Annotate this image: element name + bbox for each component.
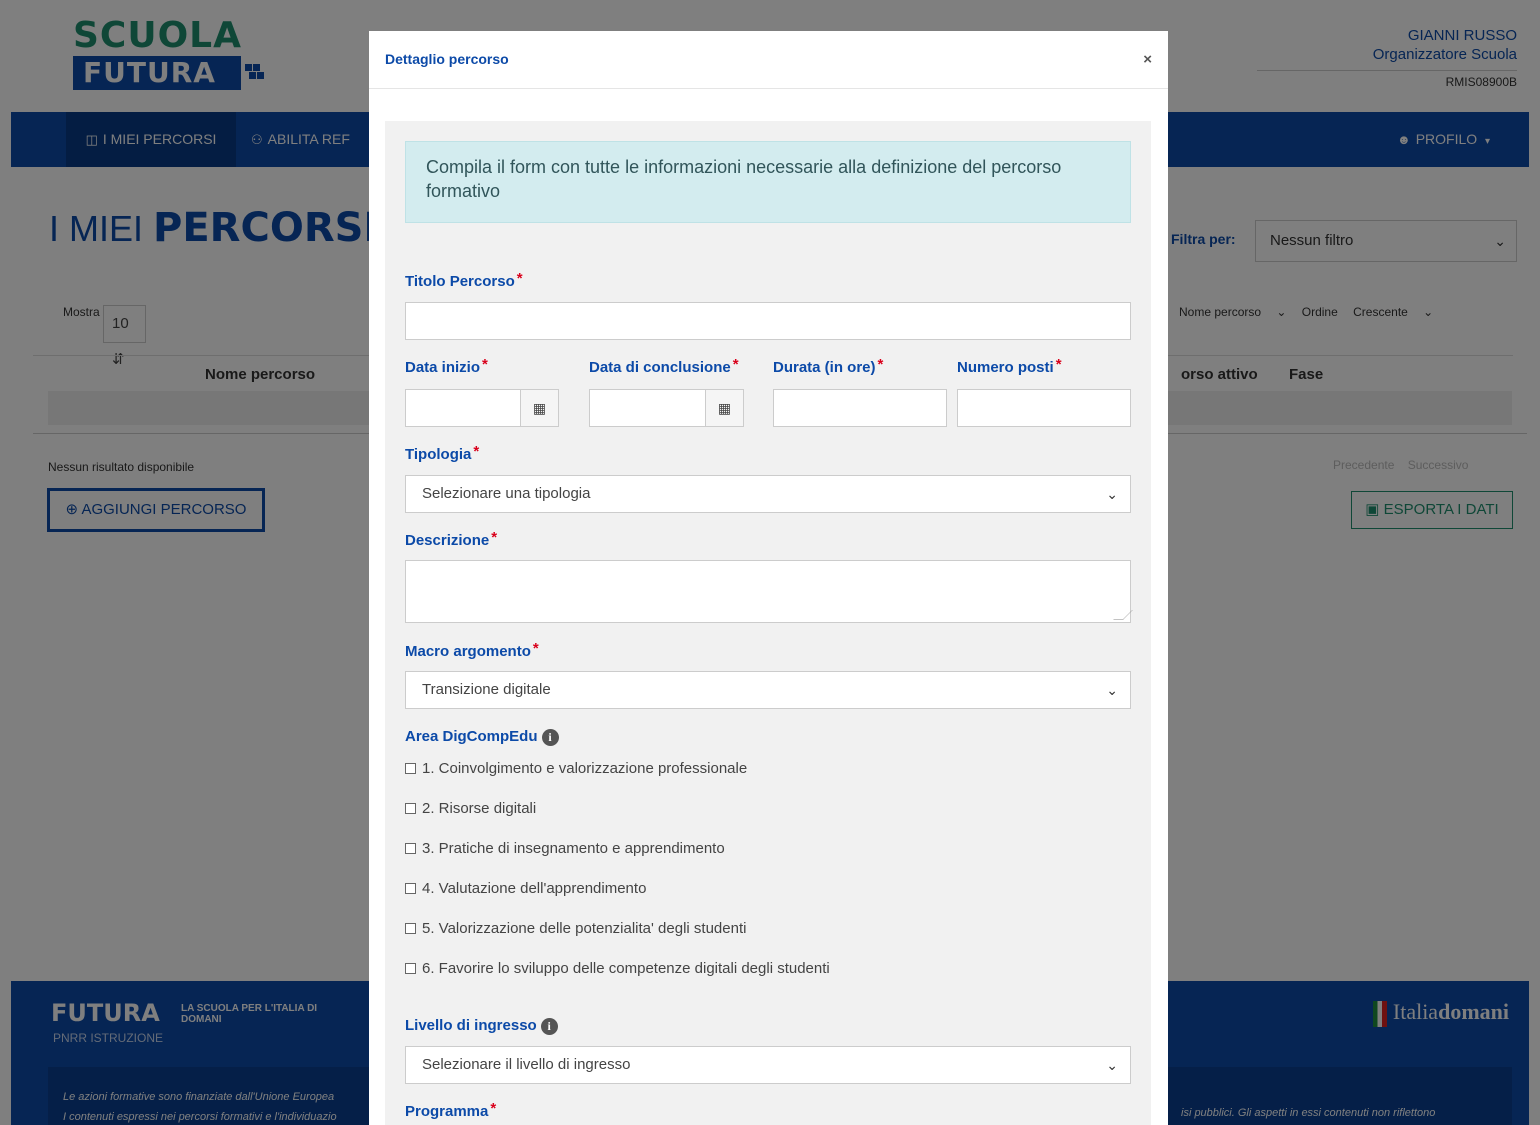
info-icon[interactable]: i — [541, 728, 559, 746]
checkbox-box[interactable] — [405, 923, 416, 934]
chevron-down-icon: ⌄ — [1106, 1057, 1118, 1073]
data-inizio-label-text: Data inizio — [405, 359, 481, 376]
programma-label: Programma * — [405, 1100, 497, 1120]
livello-ingresso-select[interactable]: Selezionare il livello di ingresso ⌄ — [405, 1046, 1131, 1084]
checkbox-area-5[interactable]: 5. Valorizzazione delle potenzialita' de… — [405, 920, 746, 937]
required-mark: * — [516, 270, 523, 287]
required-mark: * — [491, 529, 498, 546]
resize-handle-icon[interactable] — [1113, 610, 1133, 620]
modal-body: Compila il form con tutte le informazion… — [385, 121, 1151, 1125]
checkbox-area-4[interactable]: 4. Valutazione dell'apprendimento — [405, 880, 646, 897]
calendar-icon[interactable]: ▦ — [705, 390, 743, 426]
checkbox-box[interactable] — [405, 843, 416, 854]
tipologia-label-text: Tipologia — [405, 446, 472, 463]
info-alert: Compila il form con tutte le informazion… — [405, 141, 1131, 223]
macro-value: Transizione digitale — [422, 681, 551, 698]
checkbox-box[interactable] — [405, 803, 416, 814]
macro-argomento-select[interactable]: Transizione digitale ⌄ — [405, 671, 1131, 709]
required-mark: * — [532, 640, 539, 657]
info-icon[interactable]: i — [540, 1017, 558, 1035]
data-inizio-label: Data inizio * — [405, 356, 488, 376]
checkbox-label: 2. Risorse digitali — [422, 800, 537, 817]
checkbox-area-1[interactable]: 1. Coinvolgimento e valorizzazione profe… — [405, 760, 747, 777]
required-mark: * — [1055, 356, 1062, 373]
titolo-input[interactable] — [405, 302, 1131, 340]
modal-header: Dettaglio percorso × — [369, 31, 1168, 89]
numero-posti-label: Numero posti * — [957, 356, 1062, 376]
checkbox-label: 4. Valutazione dell'apprendimento — [422, 880, 647, 897]
checkbox-label: 6. Favorire lo sviluppo delle competenze… — [422, 960, 830, 977]
checkbox-area-3[interactable]: 3. Pratiche di insegnamento e apprendime… — [405, 840, 725, 857]
modal-title: Dettaglio percorso — [385, 51, 509, 67]
checkbox-area-6[interactable]: 6. Favorire lo sviluppo delle competenze… — [405, 960, 830, 977]
titolo-label-text: Titolo Percorso — [405, 273, 515, 290]
required-mark: * — [473, 443, 480, 460]
required-mark: * — [482, 356, 488, 373]
descrizione-textarea[interactable] — [405, 560, 1133, 623]
tipologia-value: Selezionare una tipologia — [422, 485, 591, 502]
calendar-icon[interactable]: ▦ — [520, 390, 558, 426]
numero-posti-input[interactable] — [957, 389, 1131, 427]
tipologia-select[interactable]: Selezionare una tipologia ⌄ — [405, 475, 1131, 513]
chevron-down-icon: ⌄ — [1106, 682, 1118, 698]
data-inizio-input[interactable]: ▦ — [405, 389, 559, 427]
checkbox-box[interactable] — [405, 883, 416, 894]
macro-label-text: Macro argomento — [405, 643, 531, 660]
checkbox-label: 5. Valorizzazione delle potenzialita' de… — [422, 920, 747, 937]
descrizione-label: Descrizione * — [405, 529, 498, 549]
required-mark: * — [732, 356, 739, 373]
checkbox-box[interactable] — [405, 763, 416, 774]
durata-label: Durata (in ore) * — [773, 356, 884, 376]
area-digcompedu-label: Area DigCompEdu i — [405, 728, 559, 746]
data-conclusione-label-text: Data di conclusione — [589, 359, 731, 376]
chevron-down-icon: ⌄ — [1106, 486, 1118, 502]
macro-argomento-label: Macro argomento * — [405, 640, 539, 660]
checkbox-label: 3. Pratiche di insegnamento e apprendime… — [422, 840, 725, 857]
livello-label-text: Livello di ingresso — [405, 1017, 537, 1034]
close-icon[interactable]: × — [1143, 51, 1152, 68]
checkbox-box[interactable] — [405, 963, 416, 974]
required-mark: * — [877, 356, 884, 373]
checkbox-label: 1. Coinvolgimento e valorizzazione profe… — [422, 760, 748, 777]
programma-label-text: Programma — [405, 1103, 489, 1120]
area-label-text: Area DigCompEdu — [405, 728, 538, 745]
titolo-label: Titolo Percorso * — [405, 270, 523, 290]
durata-input[interactable] — [773, 389, 947, 427]
numero-posti-label-text: Numero posti — [957, 359, 1054, 376]
descrizione-label-text: Descrizione — [405, 532, 490, 549]
data-conclusione-input[interactable]: ▦ — [589, 389, 744, 427]
dettaglio-percorso-modal: Dettaglio percorso × Compila il form con… — [369, 31, 1168, 1125]
checkbox-area-2[interactable]: 2. Risorse digitali — [405, 800, 536, 817]
data-conclusione-label: Data di conclusione * — [589, 356, 739, 376]
required-mark: * — [490, 1100, 497, 1117]
livello-value: Selezionare il livello di ingresso — [422, 1056, 631, 1073]
livello-ingresso-label: Livello di ingresso i — [405, 1017, 558, 1035]
durata-label-text: Durata (in ore) — [773, 359, 876, 376]
tipologia-label: Tipologia * — [405, 443, 480, 463]
